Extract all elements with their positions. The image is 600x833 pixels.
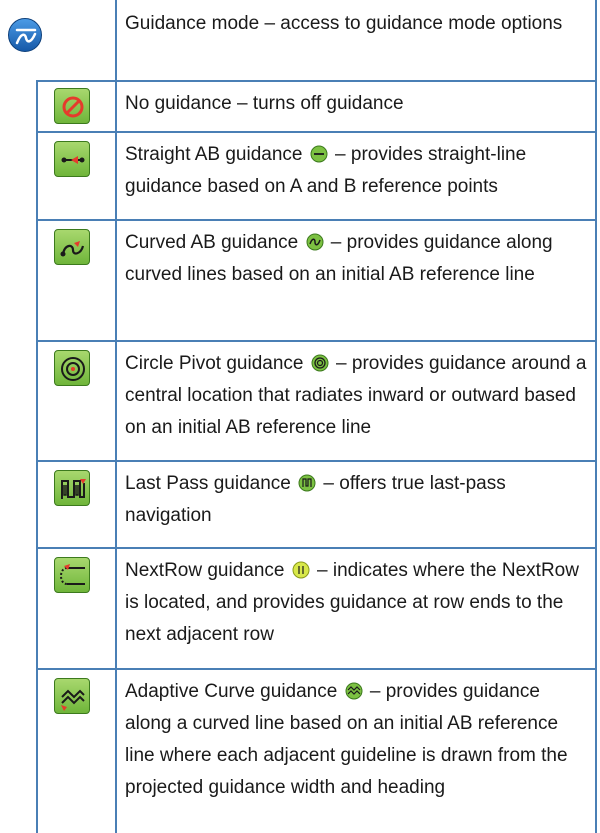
table-row: Circle Pivot guidance – provides guidanc… [0,340,600,460]
adaptive-curve-icon[interactable] [54,678,90,714]
curved-ab-small-icon [306,233,324,251]
row-description: Last Pass guidance – offers true last-pa… [115,460,600,547]
row-description: NextRow guidance – indicates where the N… [115,547,600,668]
row-title: Straight AB guidance [125,144,303,165]
row-title: No guidance [125,93,232,114]
last-pass-icon[interactable] [54,470,90,506]
table-row: Last Pass guidance – offers true last-pa… [0,460,600,547]
circle-pivot-icon[interactable] [54,350,90,386]
row-description: Straight AB guidance – provides straight… [115,131,600,219]
nextrow-small-icon [292,561,310,579]
table-row: No guidance – turns off guidance [0,80,600,131]
row-description: No guidance – turns off guidance [115,80,600,131]
last-pass-small-icon [298,474,316,492]
row-title: Circle Pivot guidance [125,353,304,374]
nextrow-icon[interactable] [54,557,90,593]
row-title: Last Pass guidance [125,473,291,494]
straight-ab-small-icon [310,145,328,163]
row-title: Curved AB guidance [125,232,299,253]
row-desc: – access to guidance mode options [264,13,563,34]
row-title: NextRow guidance [125,560,285,581]
row-title: Guidance mode [125,13,260,34]
table-row: Curved AB guidance – provides guidance a… [0,219,600,340]
row-title: Adaptive Curve guidance [125,681,338,702]
table-row: Adaptive Curve guidance – provides guida… [0,668,600,833]
row-description: Guidance mode – access to guidance mode … [115,0,600,80]
straight-ab-icon[interactable] [54,141,90,177]
table-row: Straight AB guidance – provides straight… [0,131,600,219]
curved-ab-icon[interactable] [54,229,90,265]
row-description: Circle Pivot guidance – provides guidanc… [115,340,600,460]
row-description: Adaptive Curve guidance – provides guida… [115,668,600,833]
table-row: Guidance mode – access to guidance mode … [0,0,600,80]
circle-pivot-small-icon [311,354,329,372]
guidance-table: Guidance mode – access to guidance mode … [0,0,600,833]
adaptive-curve-small-icon [345,682,363,700]
table-row: NextRow guidance – indicates where the N… [0,547,600,668]
row-desc: – turns off guidance [236,93,404,114]
no-guidance-icon[interactable] [54,88,90,124]
row-description: Curved AB guidance – provides guidance a… [115,219,600,340]
guidance-mode-icon[interactable] [8,18,42,52]
